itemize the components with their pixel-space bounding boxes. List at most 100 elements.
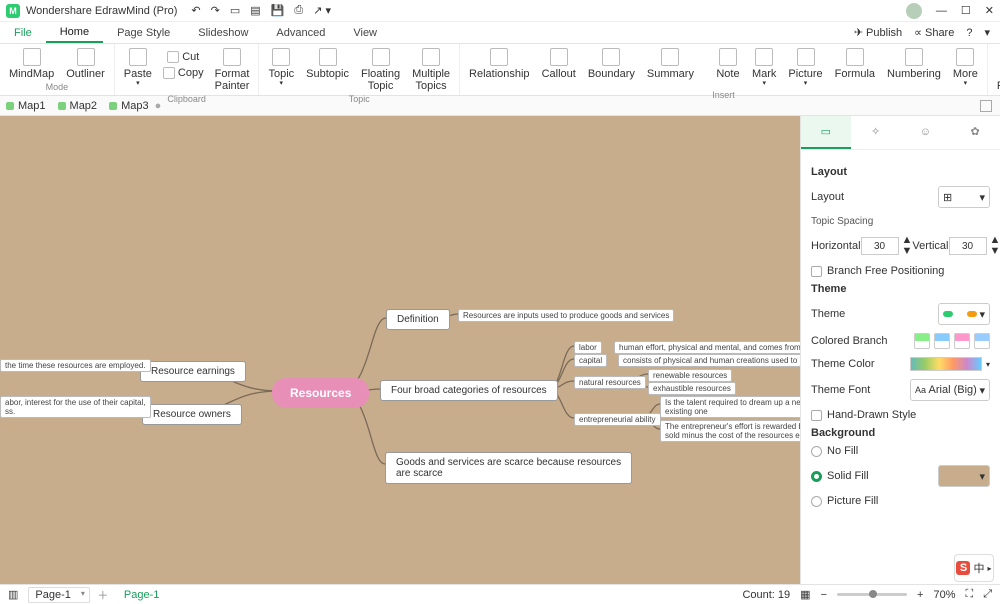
radio-no-fill[interactable]: No Fill xyxy=(811,445,990,457)
vertical-input[interactable] xyxy=(949,237,987,255)
count-label: Count: 19 xyxy=(742,589,790,601)
node-entrepreneur[interactable]: entrepreneurial ability xyxy=(574,413,661,426)
redo-icon[interactable]: ↷ xyxy=(211,4,220,17)
zoom-slider[interactable] xyxy=(837,593,907,596)
panel-tab-clipart-icon[interactable]: ✿ xyxy=(950,116,1000,149)
node-capital[interactable]: capital xyxy=(574,354,607,367)
canvas[interactable]: Resources Resource earnings the time the… xyxy=(0,116,800,584)
undo-icon[interactable]: ↶ xyxy=(191,4,200,17)
topic-button[interactable]: Topic▾ xyxy=(263,46,299,90)
open-icon[interactable]: ▤ xyxy=(250,4,260,17)
subtopic-button[interactable]: Subtopic xyxy=(301,46,354,82)
theme-color-picker[interactable] xyxy=(910,357,982,371)
status-bar: ▥ Page-1 ＋ Page-1 Count: 19 ▦ − + 70% ⛶ … xyxy=(0,584,1000,604)
format-painter-button[interactable]: Format Painter xyxy=(210,46,255,94)
zoom-in-icon[interactable]: + xyxy=(917,589,923,601)
panel-tab-layout-icon[interactable]: ▭ xyxy=(801,116,851,149)
paste-button[interactable]: Paste▾ xyxy=(119,46,157,90)
note-renewable[interactable]: renewable resources xyxy=(648,369,732,382)
node-definition[interactable]: Definition xyxy=(386,309,450,330)
menu-file[interactable]: File xyxy=(0,22,46,43)
menu-page-style[interactable]: Page Style xyxy=(103,22,184,43)
note-entre-1[interactable]: Is the talent required to dream up a new… xyxy=(660,396,800,418)
hand-drawn-checkbox[interactable]: Hand-Drawn Style xyxy=(811,409,990,421)
new-icon[interactable]: ▭ xyxy=(230,4,240,17)
radio-solid-fill[interactable]: Solid Fill xyxy=(811,470,869,482)
copy-button[interactable]: Copy xyxy=(159,65,208,81)
tab-overflow-icon[interactable] xyxy=(980,100,992,112)
menu-advanced[interactable]: Advanced xyxy=(262,22,339,43)
note-capital[interactable]: consists of physical and human creations… xyxy=(618,354,800,367)
close-icon[interactable]: ✕ xyxy=(985,4,994,17)
menu-slideshow[interactable]: Slideshow xyxy=(184,22,262,43)
view-mode-icon[interactable]: ▦ xyxy=(800,588,810,601)
export-icon[interactable]: ↗ ▾ xyxy=(313,4,331,17)
print-icon[interactable]: ⎙ xyxy=(294,4,303,17)
floating-topic-button[interactable]: Floating Topic xyxy=(356,46,405,94)
note-definition[interactable]: Resources are inputs used to produce goo… xyxy=(458,309,674,322)
node-labor[interactable]: labor xyxy=(574,341,602,354)
bg-color-dropdown[interactable]: ▾ xyxy=(938,465,990,487)
node-natural[interactable]: natural resources xyxy=(574,376,646,389)
boundary-button[interactable]: Boundary xyxy=(583,46,640,82)
panel-tab-style-icon[interactable]: ✧ xyxy=(851,116,901,149)
picture-button[interactable]: Picture▾ xyxy=(783,46,827,90)
mark-button[interactable]: Mark▾ xyxy=(747,46,781,90)
format-panel: ▭ ✧ ☺ ✿ Layout Layout ⊞▾ Topic Spacing H… xyxy=(800,116,1000,584)
node-categories[interactable]: Four broad categories of resources xyxy=(380,380,558,401)
zoom-out-icon[interactable]: − xyxy=(821,589,827,601)
colored-branch-swatches[interactable] xyxy=(914,333,990,349)
note-exhaustible[interactable]: exhaustible resources xyxy=(648,382,736,395)
theme-dropdown[interactable]: ▾ xyxy=(938,303,990,325)
node-scarce[interactable]: Goods and services are scarce because re… xyxy=(385,452,632,484)
relationship-button[interactable]: Relationship xyxy=(464,46,535,82)
menu-chevron-icon[interactable]: ▾ xyxy=(984,26,990,39)
formula-button[interactable]: Formula xyxy=(830,46,880,82)
outline-toggle-icon[interactable]: ▥ xyxy=(8,588,18,601)
publish-button[interactable]: ✈ Publish xyxy=(854,26,902,39)
numbering-button[interactable]: Numbering xyxy=(882,46,946,82)
fit-page-icon[interactable]: ⛶ xyxy=(965,588,973,601)
page-selector[interactable]: Page-1 xyxy=(28,587,89,603)
title-bar: M Wondershare EdrawMind (Pro) ↶ ↷ ▭ ▤ 💾 … xyxy=(0,0,1000,22)
doc-tab-map2[interactable]: Map2 xyxy=(58,100,98,112)
ime-indicator[interactable]: S 中 ▸ xyxy=(954,554,994,582)
user-avatar-icon[interactable] xyxy=(906,3,922,19)
fullscreen-icon[interactable]: ⤢ xyxy=(983,588,992,601)
page-tab[interactable]: Page-1 xyxy=(116,589,167,601)
cut-button[interactable]: Cut xyxy=(159,49,208,65)
layout-dropdown[interactable]: ⊞▾ xyxy=(938,186,990,208)
help-icon[interactable]: ? xyxy=(966,27,972,39)
save-icon[interactable]: 💾 xyxy=(271,4,285,17)
section-theme: Theme xyxy=(811,283,990,295)
multiple-topics-button[interactable]: Multiple Topics xyxy=(407,46,455,94)
maximize-icon[interactable]: ☐ xyxy=(961,4,971,17)
callout-button[interactable]: Callout xyxy=(537,46,581,82)
node-resource-owners[interactable]: Resource owners xyxy=(142,404,242,425)
find-replace-button[interactable]: Find & Replace xyxy=(992,46,1000,94)
doc-tab-map3[interactable]: Map3● xyxy=(109,100,161,112)
outliner-button[interactable]: Outliner xyxy=(61,46,110,82)
node-resource-earnings[interactable]: Resource earnings xyxy=(140,361,246,382)
note-labor[interactable]: human effort, physical and mental, and c… xyxy=(614,341,800,354)
mindmap-button[interactable]: MindMap xyxy=(4,46,59,82)
more-button[interactable]: More▾ xyxy=(948,46,983,90)
menu-view[interactable]: View xyxy=(339,22,391,43)
horizontal-input[interactable] xyxy=(861,237,899,255)
summary-button[interactable]: Summary xyxy=(642,46,699,82)
note-button[interactable]: Note xyxy=(711,46,745,82)
branch-free-checkbox[interactable]: Branch Free Positioning xyxy=(811,265,990,277)
note-earnings[interactable]: the time these resources are employed. xyxy=(0,359,151,372)
radio-picture-fill[interactable]: Picture Fill xyxy=(811,495,990,507)
node-center[interactable]: Resources xyxy=(272,378,369,408)
share-button[interactable]: ∝ Share xyxy=(914,26,954,39)
add-page-button[interactable]: ＋ xyxy=(96,588,110,602)
doc-tab-map1[interactable]: Map1 xyxy=(6,100,46,112)
theme-font-dropdown[interactable]: Aa Arial (Big)▾ xyxy=(910,379,990,401)
minimize-icon[interactable]: — xyxy=(936,5,947,17)
note-owners[interactable]: abor, interest for the use of their capi… xyxy=(0,396,151,418)
panel-tab-emoji-icon[interactable]: ☺ xyxy=(901,116,951,149)
label-layout: Layout xyxy=(811,191,844,203)
note-entre-2[interactable]: The entrepreneur's effort is rewarded by… xyxy=(660,420,800,442)
menu-home[interactable]: Home xyxy=(46,22,103,43)
